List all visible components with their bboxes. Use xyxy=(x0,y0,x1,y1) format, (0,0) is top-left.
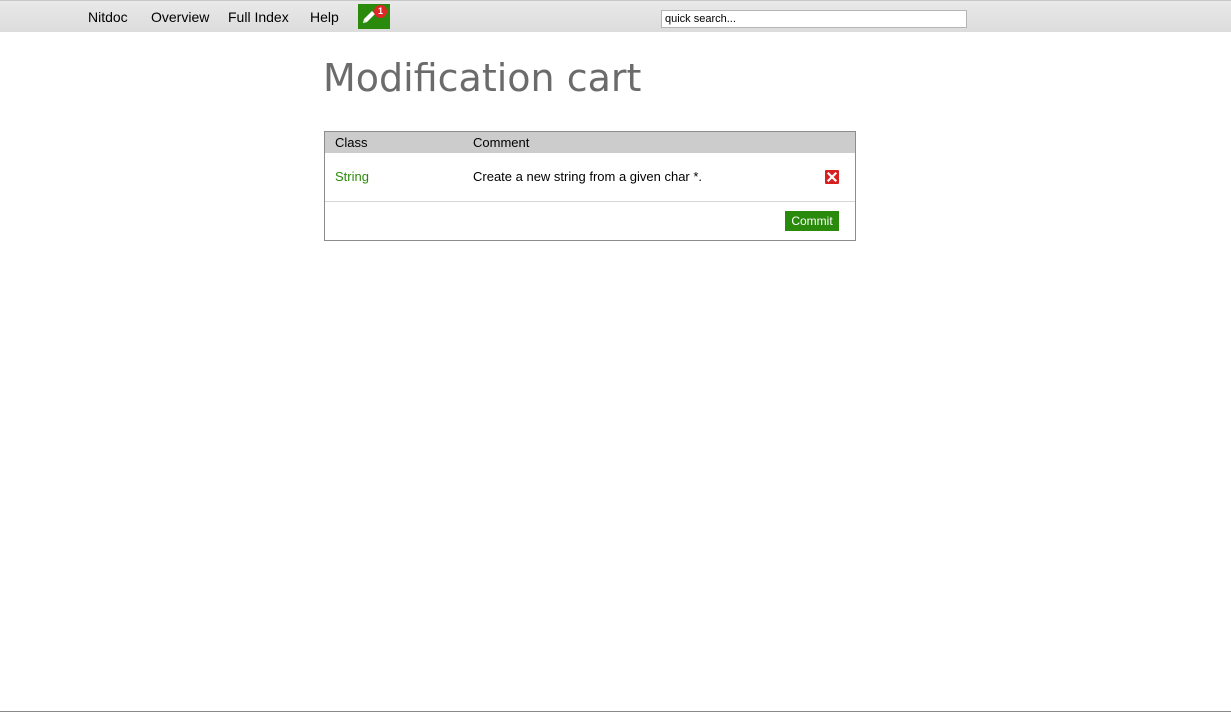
table-row: String Create a new string from a given … xyxy=(325,153,855,202)
cart-table: Class Comment String Create a new string… xyxy=(324,131,856,241)
cart-count-badge: 1 xyxy=(374,5,387,18)
commit-button[interactable]: Commit xyxy=(785,211,839,231)
page: Nitdoc Overview Full Index Help 1 Modifi… xyxy=(0,0,1231,712)
column-header-comment: Comment xyxy=(473,135,530,150)
cart-table-header: Class Comment xyxy=(325,132,855,153)
close-icon xyxy=(826,171,838,183)
nav-link-nitdoc[interactable]: Nitdoc xyxy=(88,9,128,25)
column-header-class: Class xyxy=(335,135,368,150)
modification-cart-button[interactable]: 1 xyxy=(358,4,390,29)
nav-link-help[interactable]: Help xyxy=(310,9,339,25)
delete-row-button[interactable] xyxy=(825,170,839,184)
nav-link-overview[interactable]: Overview xyxy=(151,9,209,25)
nav-link-full-index[interactable]: Full Index xyxy=(228,9,289,25)
page-title: Modification cart xyxy=(323,56,642,100)
top-navigation-bar: Nitdoc Overview Full Index Help 1 xyxy=(0,0,1231,32)
comment-text: Create a new string from a given char *. xyxy=(473,169,703,184)
class-link[interactable]: String xyxy=(335,169,369,184)
quick-search-input[interactable] xyxy=(661,10,967,28)
